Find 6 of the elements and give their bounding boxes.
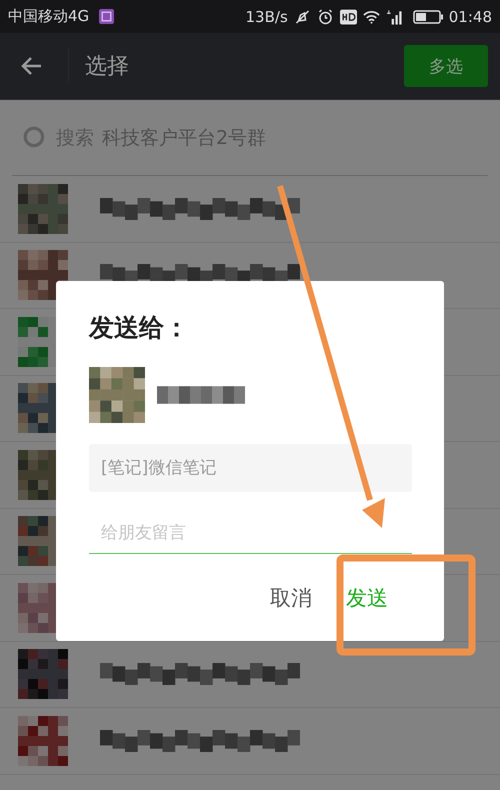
clock-time: 01:48 bbox=[448, 8, 492, 26]
network-speed: 13B/s bbox=[246, 8, 288, 26]
dialog-title: 发送给： bbox=[89, 312, 190, 344]
carrier-name: 中国移动4G bbox=[8, 7, 90, 26]
screen-title: 选择 bbox=[85, 53, 129, 81]
shared-note-preview: [笔记]微信笔记 bbox=[89, 444, 412, 492]
